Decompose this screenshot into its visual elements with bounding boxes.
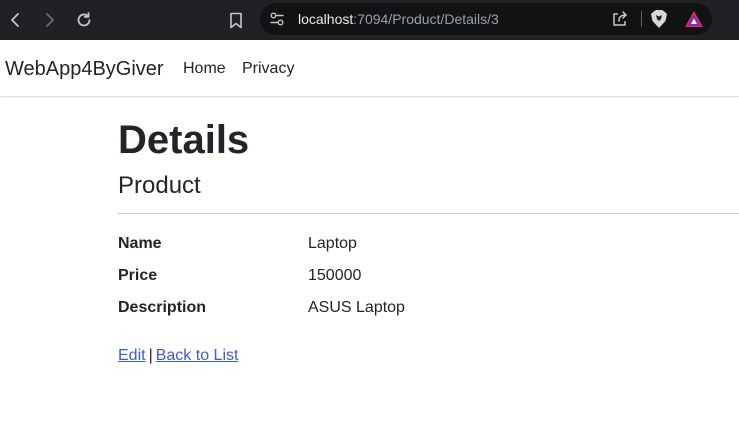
edit-link[interactable]: Edit (118, 347, 146, 364)
detail-term-name: Name (118, 235, 162, 252)
nav-link-home[interactable]: Home (183, 59, 226, 79)
page-subtitle: Product (118, 172, 201, 199)
url-path: :7094/Product/Details/3 (353, 11, 499, 27)
reload-button[interactable] (70, 6, 98, 34)
url-text[interactable]: localhost:7094/Product/Details/3 (298, 11, 499, 27)
back-button[interactable] (2, 6, 30, 34)
detail-term-price: Price (118, 267, 158, 284)
url-host: localhost (298, 11, 354, 27)
reload-icon (77, 12, 91, 27)
share-icon[interactable] (611, 10, 629, 28)
actions: Edit | Back to List (118, 346, 238, 366)
detail-value-description: ASUS Laptop (308, 299, 405, 316)
detail-value-price: 150000 (308, 267, 362, 284)
divider (118, 213, 739, 214)
detail-value-name: Laptop (308, 235, 357, 252)
brave-shield-icon[interactable] (650, 9, 668, 29)
nav-link-privacy[interactable]: Privacy (242, 59, 294, 79)
address-bar[interactable]: localhost:7094/Product/Details/3 (260, 3, 712, 35)
site-navbar: WebApp4ByGiver Home Privacy (0, 40, 739, 97)
address-separator (641, 11, 642, 27)
detail-term-description: Description (118, 299, 207, 316)
navbar-brand[interactable]: WebApp4ByGiver (5, 57, 164, 81)
forward-button[interactable] (35, 6, 63, 34)
page-title: Details (118, 118, 250, 162)
brave-rewards-icon[interactable] (684, 10, 704, 28)
site-settings-icon[interactable] (269, 11, 285, 27)
browser-toolbar: localhost:7094/Product/Details/3 (0, 0, 739, 40)
bookmark-button[interactable] (225, 6, 247, 34)
arrow-left-icon (11, 13, 19, 27)
bookmark-icon (230, 12, 242, 28)
back-to-list-link[interactable]: Back to List (156, 347, 239, 364)
action-separator: | (148, 347, 153, 364)
arrow-right-icon (46, 13, 54, 27)
